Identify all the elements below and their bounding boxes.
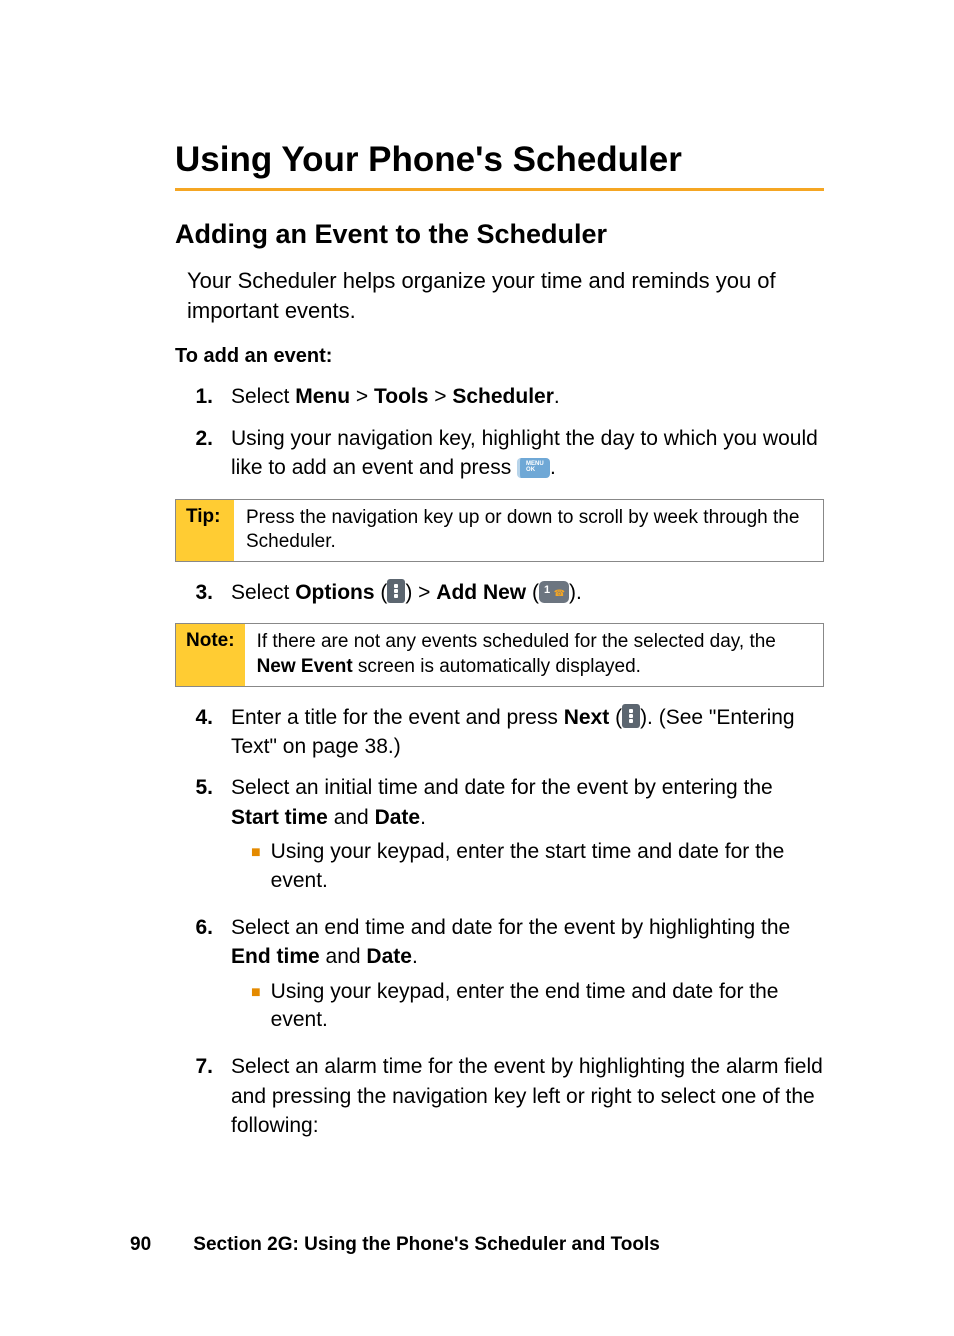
text: .: [550, 456, 556, 479]
bold-text: Menu: [295, 385, 350, 408]
step-number: 5.: [175, 773, 213, 900]
page-number: 90: [130, 1234, 188, 1256]
step-body: Select an initial time and date for the …: [231, 773, 824, 900]
text: Using your keypad, enter the start time …: [271, 838, 824, 895]
key-1-icon: ☎: [539, 581, 569, 603]
steps-list: 4. Enter a title for the event and press…: [175, 703, 824, 1141]
bold-text: Tools: [374, 385, 428, 408]
step-body: Using your navigation key, highlight the…: [231, 424, 824, 483]
text: Select an initial time and date for the …: [231, 776, 773, 799]
sub-list: ■Using your keypad, enter the end time a…: [231, 978, 824, 1035]
text: (: [609, 706, 622, 729]
bold-text: Add New: [436, 581, 526, 604]
step-3: 3. Select Options () > Add New (☎).: [175, 578, 824, 607]
footer-text: Section 2G: Using the Phone's Scheduler …: [193, 1234, 660, 1255]
step-number: 3.: [175, 578, 213, 607]
step-4: 4. Enter a title for the event and press…: [175, 703, 824, 762]
text: .: [554, 385, 560, 408]
softkey-icon: [387, 579, 405, 603]
bullet-icon: ■: [251, 982, 261, 1035]
step-6: 6. Select an end time and date for the e…: [175, 913, 824, 1040]
text: Select: [231, 581, 295, 604]
text: >: [350, 385, 374, 408]
text: If there are not any events scheduled fo…: [257, 631, 776, 652]
step-5: 5. Select an initial time and date for t…: [175, 773, 824, 900]
step-7: 7. Select an alarm time for the event by…: [175, 1052, 824, 1140]
text: Using your keypad, enter the end time an…: [271, 978, 824, 1035]
softkey-icon: [622, 704, 640, 728]
step-body: Select Menu > Tools > Scheduler.: [231, 382, 824, 411]
text: ).: [569, 581, 582, 604]
step-2: 2. Using your navigation key, highlight …: [175, 424, 824, 483]
sub-item: ■Using your keypad, enter the end time a…: [231, 978, 824, 1035]
text: ) >: [405, 581, 436, 604]
step-body: Select Options () > Add New (☎).: [231, 578, 824, 607]
step-number: 7.: [175, 1052, 213, 1140]
text: and: [328, 806, 375, 829]
page-footer: 90 Section 2G: Using the Phone's Schedul…: [130, 1234, 660, 1256]
note-label: Note:: [176, 624, 245, 685]
text: Select an end time and date for the even…: [231, 916, 790, 939]
steps-list: 1. Select Menu > Tools > Scheduler. 2. U…: [175, 382, 824, 482]
document-page: Using Your Phone's Scheduler Adding an E…: [0, 0, 954, 1141]
sub-item: ■Using your keypad, enter the start time…: [231, 838, 824, 895]
step-body: Enter a title for the event and press Ne…: [231, 703, 824, 762]
menu-ok-key-icon: [517, 458, 550, 478]
bold-text: Date: [375, 806, 421, 829]
step-number: 4.: [175, 703, 213, 762]
tip-label: Tip:: [176, 500, 234, 561]
text: (: [526, 581, 539, 604]
text: Select: [231, 385, 295, 408]
steps-list: 3. Select Options () > Add New (☎).: [175, 578, 824, 607]
step-1: 1. Select Menu > Tools > Scheduler.: [175, 382, 824, 411]
note-text: If there are not any events scheduled fo…: [245, 624, 823, 685]
step-number: 2.: [175, 424, 213, 483]
tip-callout: Tip: Press the navigation key up or down…: [175, 499, 824, 562]
bold-text: New Event: [257, 656, 353, 677]
bold-text: Next: [564, 706, 610, 729]
bold-text: End time: [231, 945, 320, 968]
text: .: [412, 945, 418, 968]
step-number: 6.: [175, 913, 213, 1040]
bold-text: Options: [295, 581, 374, 604]
text: screen is automatically displayed.: [353, 656, 641, 677]
bullet-icon: ■: [251, 842, 261, 895]
sub-list: ■Using your keypad, enter the start time…: [231, 838, 824, 895]
text: and: [320, 945, 367, 968]
note-callout: Note: If there are not any events schedu…: [175, 623, 824, 686]
step-body: Select an end time and date for the even…: [231, 913, 824, 1040]
intro-text: Your Scheduler helps organize your time …: [187, 266, 824, 325]
section-heading: Adding an Event to the Scheduler: [175, 219, 824, 250]
bold-text: Start time: [231, 806, 328, 829]
text: Enter a title for the event and press: [231, 706, 564, 729]
title-rule: [175, 188, 824, 191]
step-number: 1.: [175, 382, 213, 411]
bold-text: Scheduler: [452, 385, 554, 408]
bold-text: Date: [366, 945, 412, 968]
text: >: [428, 385, 452, 408]
text: .: [420, 806, 426, 829]
page-title: Using Your Phone's Scheduler: [175, 140, 824, 180]
step-body: Select an alarm time for the event by hi…: [231, 1052, 824, 1140]
text: (: [375, 581, 388, 604]
tip-text: Press the navigation key up or down to s…: [234, 500, 823, 561]
sub-heading: To add an event:: [175, 345, 824, 368]
